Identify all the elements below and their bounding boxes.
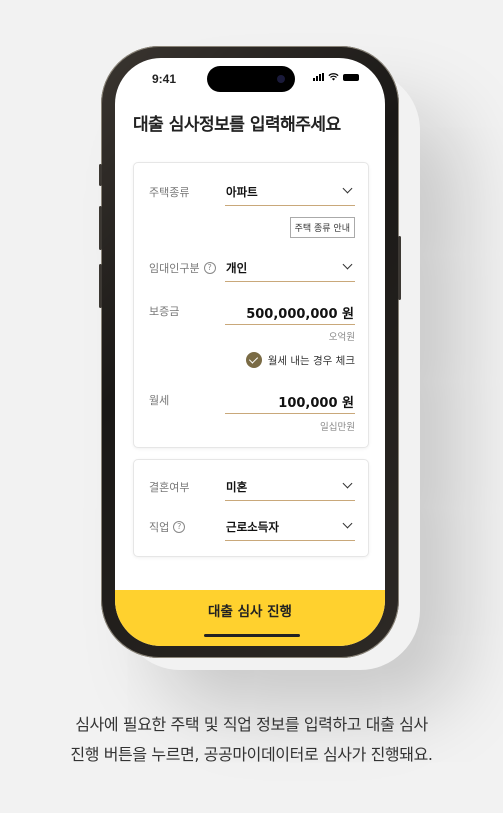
camera-icon <box>277 75 285 83</box>
job-select[interactable]: 근로소득자 <box>225 514 355 541</box>
monthly-rent-checkbox-label: 월세 내는 경우 체크 <box>267 354 355 367</box>
monthly-rent-checkbox[interactable]: 월세 내는 경우 체크 <box>245 352 355 368</box>
lessor-type-label: 임대인구분 <box>149 262 200 275</box>
marital-select[interactable]: 미혼 <box>225 474 355 501</box>
housing-type-row: 주택종류 아파트 <box>149 179 355 209</box>
housing-type-value: 아파트 <box>226 185 258 199</box>
marital-label: 결혼여부 <box>149 481 190 494</box>
job-row: 직업 ? 근로소득자 <box>149 514 355 544</box>
job-label: 직업 <box>149 521 170 534</box>
status-time: 9:41 <box>152 72 177 86</box>
page-title: 대출 심사정보를 입력해주세요 <box>133 115 341 135</box>
wifi-icon <box>328 73 339 81</box>
lessor-type-value: 개인 <box>226 261 248 275</box>
loan-review-button[interactable]: 대출 심사 진행 <box>115 590 385 646</box>
marital-row: 결혼여부 미혼 <box>149 474 355 504</box>
volume-down-button <box>99 264 102 308</box>
caption-line-2: 진행 버튼을 누르면, 공공마이데이터로 심사가 진행돼요. <box>70 745 433 764</box>
phone-screen: 9:41 대출 심사정보를 입력해주세요 주택종류 아파트 주택 종류 안내 임… <box>115 58 385 646</box>
housing-type-guide-button[interactable]: 주택 종류 안내 <box>289 217 355 238</box>
help-icon[interactable]: ? <box>203 262 216 274</box>
deposit-input[interactable]: 500,000,000 원 <box>225 298 355 325</box>
lessor-type-select[interactable]: 개인 <box>225 255 355 282</box>
chevron-down-icon <box>342 518 353 529</box>
loan-review-button-label: 대출 심사 진행 <box>208 604 292 620</box>
deposit-label: 보증금 <box>149 305 180 318</box>
lessor-type-row: 임대인구분 ? 개인 <box>149 255 355 285</box>
deposit-row: 보증금 500,000,000 원 <box>149 298 355 328</box>
deposit-value: 500,000,000 원 <box>246 307 354 322</box>
deposit-reading: 오억원 <box>328 332 355 343</box>
marital-value: 미혼 <box>226 480 248 494</box>
caption: 심사에 필요한 주택 및 직업 정보를 입력하고 대출 심사 진행 버튼을 누르… <box>0 710 503 770</box>
help-icon[interactable]: ? <box>173 521 186 533</box>
housing-info-card: 주택종류 아파트 주택 종류 안내 임대인구분 ? 개인 보증금 500,000… <box>133 162 369 448</box>
check-icon <box>245 352 262 368</box>
monthly-rent-row: 월세 100,000 원 <box>149 387 355 417</box>
volume-up-button <box>99 206 102 250</box>
job-label-group: 직업 ? <box>149 519 186 535</box>
caption-line-1: 심사에 필요한 주택 및 직업 정보를 입력하고 대출 심사 <box>75 715 428 734</box>
monthly-rent-input[interactable]: 100,000 원 <box>225 387 355 414</box>
status-icons <box>313 73 359 81</box>
job-value: 근로소득자 <box>226 520 279 534</box>
housing-type-select[interactable]: 아파트 <box>225 179 355 206</box>
dynamic-island <box>207 66 295 92</box>
home-indicator <box>204 634 300 637</box>
battery-icon <box>343 73 359 81</box>
signal-icon <box>313 73 324 81</box>
housing-type-label: 주택종류 <box>149 186 190 199</box>
lessor-type-label-group: 임대인구분 ? <box>149 260 216 276</box>
personal-info-card: 결혼여부 미혼 직업 ? 근로소득자 <box>133 459 369 557</box>
power-button <box>398 236 401 300</box>
monthly-rent-reading: 일십만원 <box>320 422 355 433</box>
chevron-down-icon <box>342 259 353 270</box>
chevron-down-icon <box>342 183 353 194</box>
status-bar: 9:41 <box>115 58 385 102</box>
phone-frame: 9:41 대출 심사정보를 입력해주세요 주택종류 아파트 주택 종류 안내 임… <box>99 46 401 658</box>
mute-switch <box>99 164 102 186</box>
chevron-down-icon <box>342 478 353 489</box>
monthly-rent-label: 월세 <box>149 394 170 407</box>
monthly-rent-value: 100,000 원 <box>278 396 354 411</box>
